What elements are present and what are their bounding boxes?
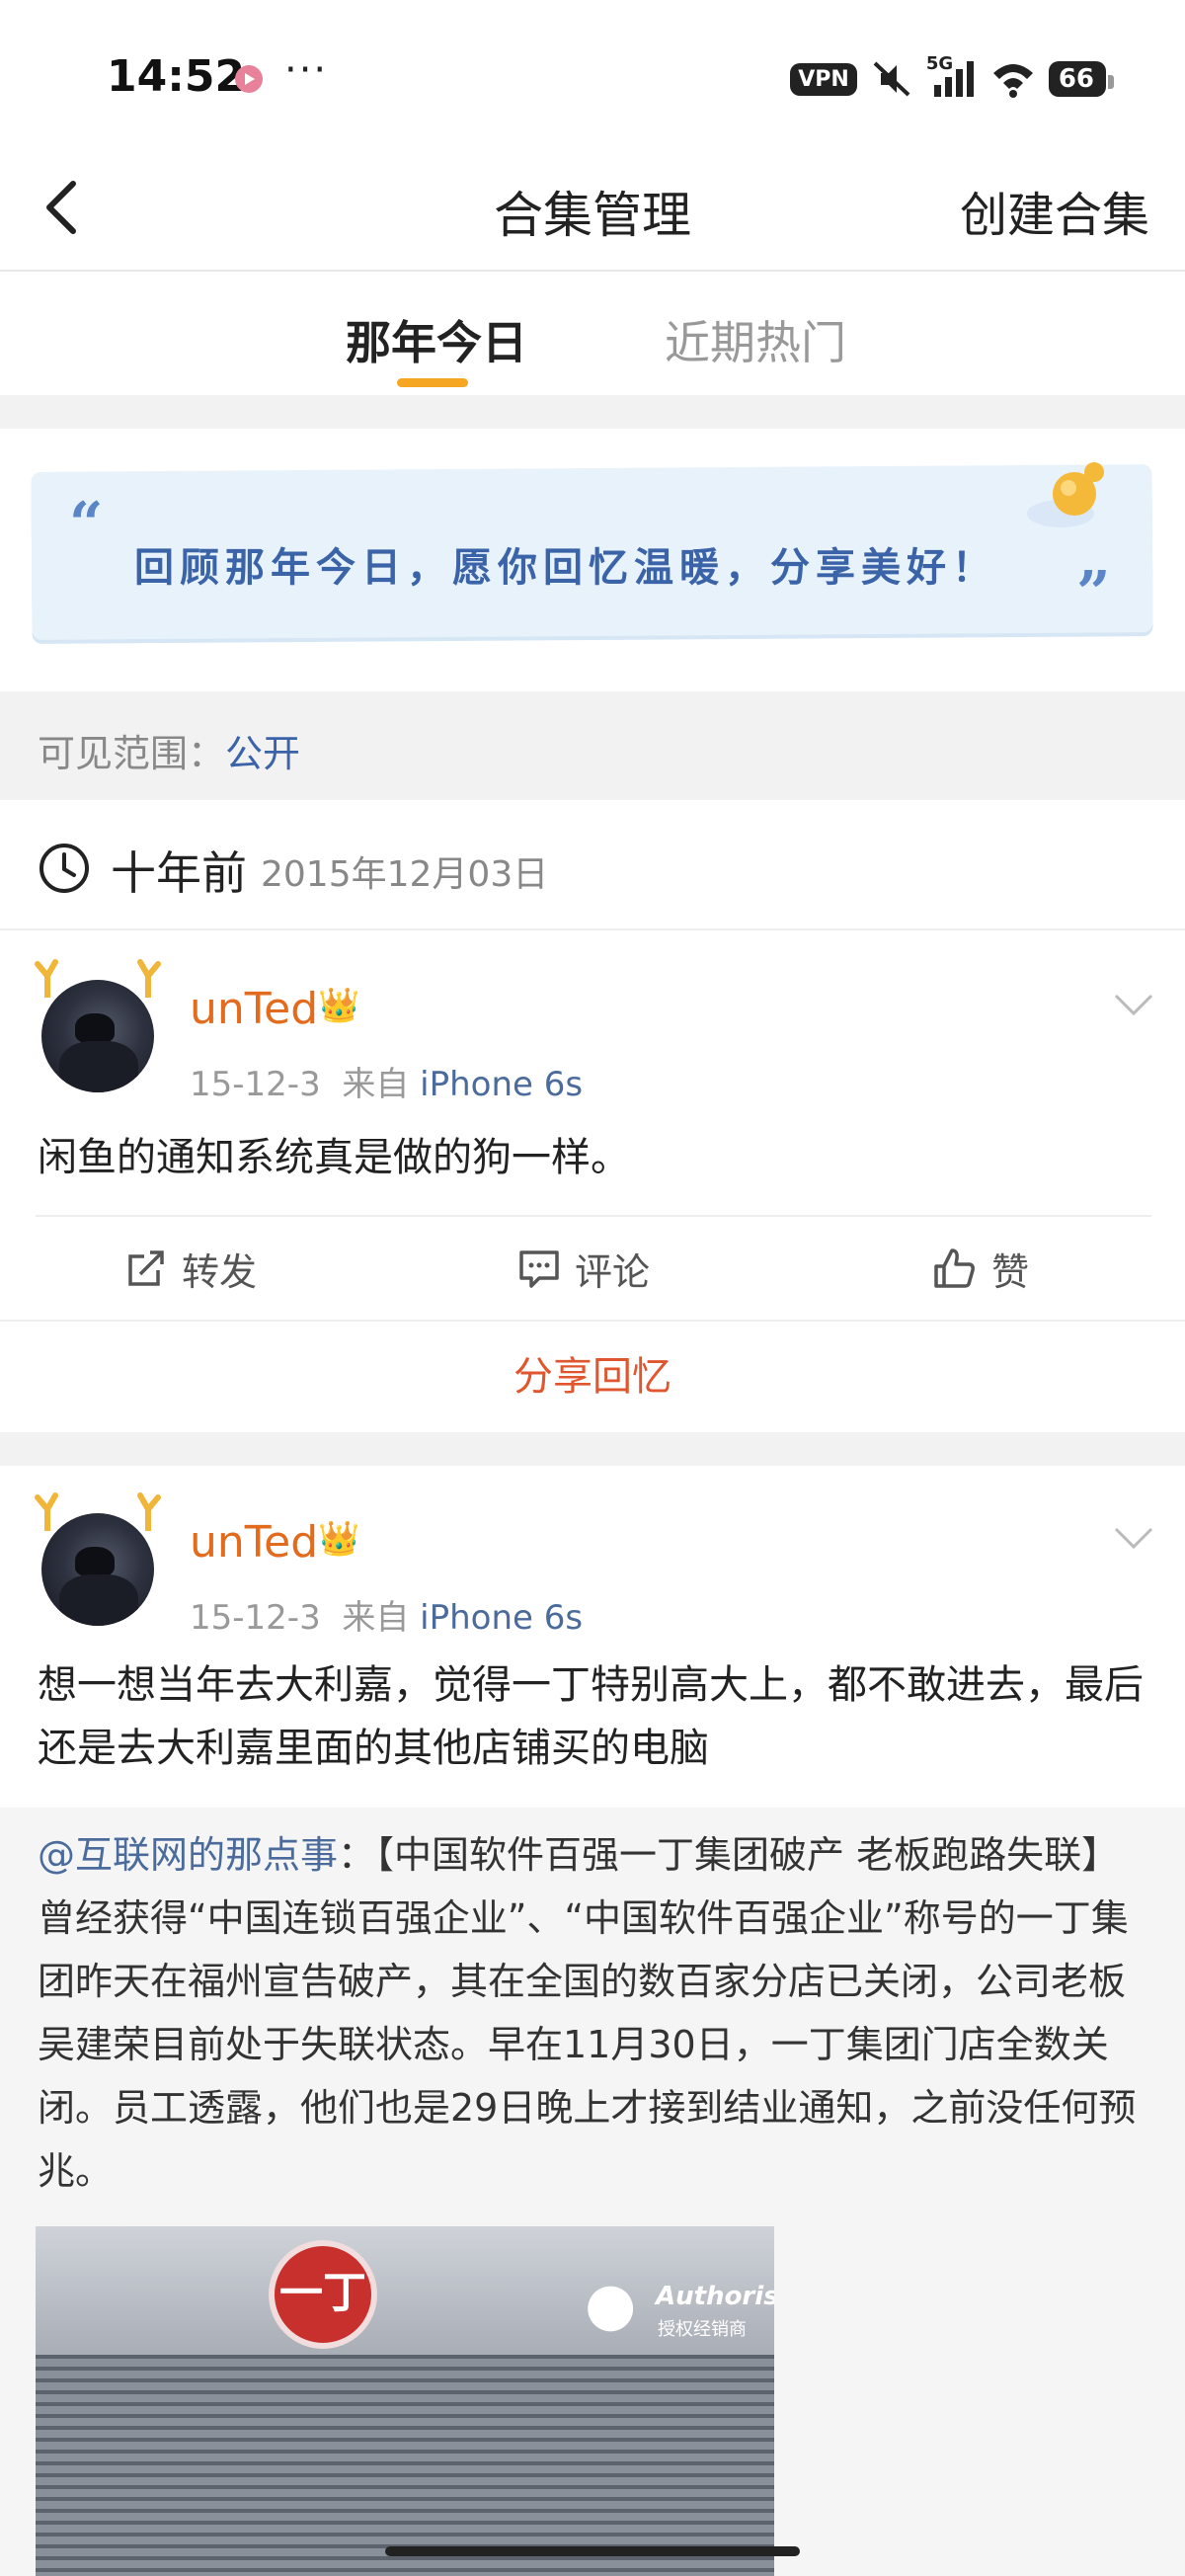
avatar[interactable] xyxy=(34,958,162,1096)
nav-bar: 合集管理 创建合集 xyxy=(0,148,1185,272)
tab-recent-popular[interactable]: 近期热门 xyxy=(665,307,846,372)
apple-logo-icon: ● xyxy=(585,2270,637,2339)
avatar[interactable] xyxy=(34,1491,162,1630)
post-meta: 15-12-3 来自 iPhone 6s xyxy=(190,1057,583,1105)
cellular-signal-icon: 5G xyxy=(926,53,978,99)
section-divider xyxy=(0,1432,1185,1466)
repost-body: ：【中国软件百强一丁集团破产 老板跑路失联】曾经获得“中国连锁百强企业”、“中国… xyxy=(38,1833,1137,2193)
antler-decoration xyxy=(137,1492,161,1531)
status-time: 14:52 xyxy=(107,51,246,102)
status-bar: 14:52 ··· VPN 5G 66 xyxy=(0,0,1185,148)
post-text: 想一想当年去大利嘉，觉得一丁特别高大上，都不敢进去，最后还是去大利嘉里面的其他店… xyxy=(38,1662,1144,1771)
post-from: 来自 xyxy=(342,1065,410,1104)
comment-icon xyxy=(519,1250,559,1288)
avatar-photo xyxy=(41,1513,154,1626)
years-ago: 十年前 xyxy=(111,846,247,900)
music-app-icon xyxy=(235,65,263,93)
repost-icon xyxy=(128,1250,164,1286)
quote-close-icon: ” xyxy=(1076,559,1111,628)
antler-decoration xyxy=(35,959,58,998)
tab-on-this-day[interactable]: 那年今日 xyxy=(346,307,527,372)
status-icons: VPN 5G 66 xyxy=(790,53,1115,103)
network-type: 5G xyxy=(925,53,954,74)
ornament-icon xyxy=(1027,462,1104,527)
battery-indicator: 66 xyxy=(1048,61,1115,97)
comment-label: 评论 xyxy=(575,1249,651,1294)
crown-icon: 👑 xyxy=(318,1519,360,1559)
repost-card[interactable]: @互联网的那点事：【中国软件百强一丁集团破产 老板跑路失联】曾经获得“中国连锁百… xyxy=(0,1808,1185,2576)
like-label: 赞 xyxy=(991,1249,1030,1294)
create-collection-button[interactable]: 创建合集 xyxy=(960,176,1149,245)
vpn-badge: VPN xyxy=(790,62,857,96)
chevron-down-icon[interactable] xyxy=(1112,1525,1155,1551)
memory-banner: “ 回顾那年今日，愿你回忆温暖，分享美好！ ” xyxy=(31,456,1153,649)
memory-post: unTed 👑 15-12-3 来自 iPhone 6s 闲鱼的通知系统真是做的… xyxy=(0,932,1185,1432)
memory-date: 2015年12月03日 xyxy=(261,854,549,895)
antler-decoration xyxy=(35,1492,58,1531)
image-auth-text: Authorise xyxy=(656,2282,774,2311)
post-meta: 15-12-3 来自 iPhone 6s xyxy=(190,1590,583,1639)
tab-bar: 那年今日 近期热门 xyxy=(0,274,1185,395)
clock-icon xyxy=(40,844,89,893)
repost-button[interactable]: 转发 xyxy=(124,1217,257,1320)
image-auth-cn-text: 授权经销商 xyxy=(658,2319,747,2340)
post-device: iPhone 6s xyxy=(420,1065,584,1104)
post-device: iPhone 6s xyxy=(420,1598,584,1638)
repost-text: @互联网的那点事：【中国软件百强一丁集团破产 老板跑路失联】曾经获得“中国连锁百… xyxy=(38,1823,1155,2203)
section-divider xyxy=(0,395,1185,429)
home-indicator[interactable] xyxy=(385,2546,800,2556)
date-header: 十年前 2015年12月03日 xyxy=(0,802,1185,930)
visibility-label: 可见范围：公开 xyxy=(38,732,301,775)
visibility-row[interactable]: 可见范围：公开 xyxy=(0,691,1185,800)
comment-button[interactable]: 评论 xyxy=(517,1217,650,1320)
antler-decoration xyxy=(137,959,161,998)
share-memory-button[interactable]: 分享回忆 xyxy=(0,1320,1185,1430)
active-tab-indicator xyxy=(397,378,468,387)
mute-icon xyxy=(873,61,910,97)
post-actions: 转发 评论 赞 xyxy=(36,1215,1151,1318)
username[interactable]: unTed xyxy=(190,1517,318,1568)
chevron-down-icon[interactable] xyxy=(1112,992,1155,1017)
username[interactable]: unTed xyxy=(190,984,318,1034)
visibility-value: 公开 xyxy=(225,732,301,775)
banner-text: 回顾那年今日，愿你回忆温暖，分享美好！ xyxy=(134,544,997,591)
post-from: 来自 xyxy=(342,1598,410,1638)
like-icon xyxy=(934,1248,975,1288)
post-date: 15-12-3 xyxy=(190,1065,321,1104)
wifi-icon xyxy=(992,64,1033,98)
mention-link[interactable]: @互联网的那点事 xyxy=(38,1833,338,1877)
post-text: 闲鱼的通知系统真是做的狗一样。 xyxy=(38,1135,630,1180)
quote-open-icon: “ xyxy=(69,490,104,559)
yiding-logo: 一丁 xyxy=(269,2240,377,2349)
avatar-photo xyxy=(41,980,154,1092)
crown-icon: 👑 xyxy=(318,986,360,1025)
post-date: 15-12-3 xyxy=(190,1598,321,1638)
repost-label: 转发 xyxy=(182,1249,258,1294)
repost-image[interactable]: 一丁 ● Authorise 授权经销商 xyxy=(36,2226,774,2576)
like-button[interactable]: 赞 xyxy=(932,1217,1029,1320)
image-shutter xyxy=(36,2355,774,2576)
more-notifications-icon: ··· xyxy=(284,47,329,93)
